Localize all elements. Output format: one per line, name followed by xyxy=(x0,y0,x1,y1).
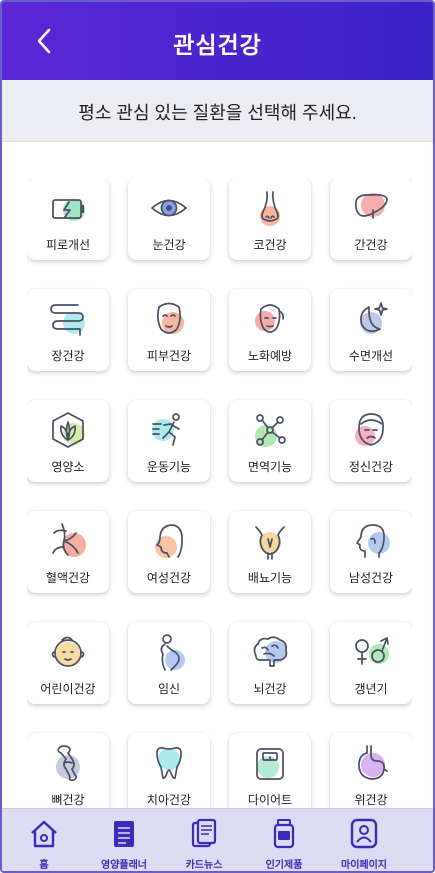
tab-1[interactable]: 홈 xyxy=(2,809,86,871)
category-card-5[interactable]: 장건강 xyxy=(27,289,109,371)
category-card-23[interactable]: 다이어트 xyxy=(229,733,311,808)
category-label: 위건강 xyxy=(354,793,388,807)
category-label: 치아건강 xyxy=(146,793,192,807)
tab-label: 영양플래너 xyxy=(101,860,147,871)
category-card-24[interactable]: 위건강 xyxy=(330,733,412,808)
pregnant-icon xyxy=(160,634,185,671)
tab-label: 홈 xyxy=(39,860,49,871)
face-mask-icon xyxy=(157,302,184,334)
man-profile-icon xyxy=(356,524,390,558)
category-label: 면역기능 xyxy=(247,460,293,474)
category-card-9[interactable]: 영양소 xyxy=(27,400,109,482)
category-label: 코건강 xyxy=(253,238,287,252)
bladder-icon xyxy=(255,526,285,560)
category-label: 남성건강 xyxy=(348,571,394,585)
tab-label: 카드뉴스 xyxy=(185,860,223,871)
category-label: 장건강 xyxy=(51,349,85,363)
intestine-icon xyxy=(50,304,85,336)
category-card-14[interactable]: 여성건강 xyxy=(128,511,210,593)
category-label: 임신 xyxy=(157,682,181,696)
category-label: 뼈건강 xyxy=(51,793,85,807)
category-card-10[interactable]: 운동기능 xyxy=(128,400,210,482)
category-label: 노화예방 xyxy=(247,349,293,363)
category-card-7[interactable]: 노화예방 xyxy=(229,289,311,371)
category-card-1[interactable]: 피로개선 xyxy=(27,178,109,260)
category-card-16[interactable]: 남성건강 xyxy=(330,511,412,593)
category-label: 뇌건강 xyxy=(253,682,287,696)
category-card-19[interactable]: 뇌건강 xyxy=(229,622,311,704)
tab-4[interactable]: 인기제품 xyxy=(242,809,326,871)
tab-3[interactable]: 카드뉴스 xyxy=(162,809,246,871)
category-card-13[interactable]: 혈액건강 xyxy=(27,511,109,593)
moon-stars-icon xyxy=(360,302,388,334)
category-card-3[interactable]: 코건강 xyxy=(229,178,311,260)
instruction-text: 평소 관심 있는 질환을 선택해 주세요. xyxy=(78,103,357,123)
scale-icon xyxy=(256,748,284,780)
category-card-11[interactable]: 면역기능 xyxy=(229,400,311,482)
category-label: 눈건강 xyxy=(152,238,186,252)
bone-joint-icon xyxy=(56,745,80,782)
category-card-15[interactable]: 배뇨기능 xyxy=(229,511,311,593)
molecule-icon xyxy=(255,414,286,447)
category-label: 피로개선 xyxy=(45,238,91,252)
category-label: 갱년기 xyxy=(354,682,388,696)
blood-vessel-icon xyxy=(52,523,86,557)
category-grid: 피로개선 눈건강 코건강 간건강장건강 피부건강 노화예방 수면개선영양소 운동기능 면역기능 정… xyxy=(27,178,412,808)
category-card-17[interactable]: 어린이건강 xyxy=(27,622,109,704)
category-label: 어린이건강 xyxy=(40,682,96,696)
woman-profile-icon xyxy=(155,524,183,558)
aging-face-icon xyxy=(255,304,285,333)
stomach-icon xyxy=(358,745,388,780)
page-title: 관심건강 xyxy=(173,32,262,58)
category-card-21[interactable]: 뼈건강 xyxy=(27,733,109,808)
category-label: 혈액건강 xyxy=(45,571,91,585)
category-card-12[interactable]: 정신건강 xyxy=(330,400,412,482)
product-bottle-icon xyxy=(273,819,295,849)
category-label: 배뇨기능 xyxy=(247,571,293,585)
category-label: 수면개선 xyxy=(348,349,394,363)
category-card-22[interactable]: 치아건강 xyxy=(128,733,210,808)
tab-label: 마이페이지 xyxy=(341,860,387,871)
app-frame: 관심건강 평소 관심 있는 질환을 선택해 주세요. 피로개선 눈건강 코건강 간건강… xyxy=(0,0,435,873)
category-label: 다이어트 xyxy=(247,793,293,807)
home-icon xyxy=(31,820,57,848)
runner-icon xyxy=(152,413,180,446)
instruction-bar: 평소 관심 있는 질환을 선택해 주세요. xyxy=(2,80,433,142)
card-news-icon xyxy=(191,818,217,848)
header-bar: 관심건강 xyxy=(2,2,433,80)
category-card-20[interactable]: 갱년기 xyxy=(330,622,412,704)
bottom-tab-bar: 홈 영양플래너 카드뉴스 인기제품 마이페이지 xyxy=(2,808,433,871)
liver-icon xyxy=(354,193,388,219)
category-label: 여성건강 xyxy=(146,571,192,585)
tab-label: 인기제품 xyxy=(265,860,303,871)
brain-icon xyxy=(253,636,288,667)
category-label: 운동기능 xyxy=(146,460,192,474)
gender-symbols-icon xyxy=(355,637,389,665)
sad-face-icon xyxy=(355,413,384,446)
category-card-18[interactable]: 임신 xyxy=(128,622,210,704)
battery-icon xyxy=(52,199,85,221)
tab-2[interactable]: 영양플래너 xyxy=(82,809,166,871)
leaf-hexagon-icon xyxy=(52,412,85,448)
planner-icon xyxy=(114,821,134,847)
category-card-2[interactable]: 눈건강 xyxy=(128,178,210,260)
category-label: 정신건강 xyxy=(348,460,394,474)
profile-icon xyxy=(350,818,378,849)
tab-5[interactable]: 마이페이지 xyxy=(322,809,406,871)
nose-icon xyxy=(260,191,280,226)
eye-icon xyxy=(151,199,187,217)
tooth-icon xyxy=(156,747,182,779)
category-label: 간건강 xyxy=(354,238,388,252)
category-label: 영양소 xyxy=(51,460,85,474)
baby-face-icon xyxy=(51,636,85,667)
category-card-4[interactable]: 간건강 xyxy=(330,178,412,260)
category-card-8[interactable]: 수면개선 xyxy=(330,289,412,371)
category-label: 피부건강 xyxy=(146,349,192,363)
category-card-6[interactable]: 피부건강 xyxy=(128,289,210,371)
